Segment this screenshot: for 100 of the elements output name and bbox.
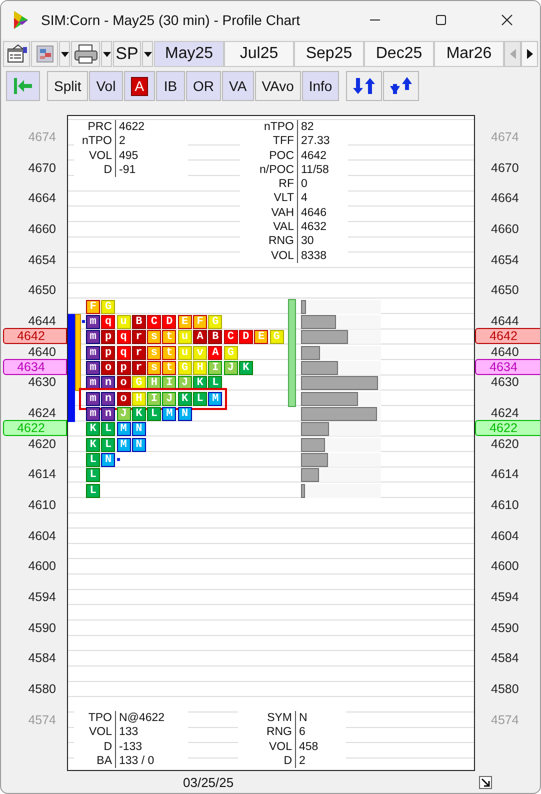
- price-label: 4670: [491, 160, 519, 176]
- tpo-letter: G: [178, 360, 192, 375]
- price-label: 4654: [28, 252, 56, 268]
- stat-label: RF: [240, 177, 298, 192]
- tpo-letter: m: [86, 392, 100, 406]
- tpo-letter: p: [101, 330, 116, 344]
- stat-value: 0: [298, 177, 348, 192]
- tpo-letter: u: [178, 346, 192, 360]
- price-label: 4620: [28, 436, 56, 452]
- price-label: 4620: [491, 436, 519, 452]
- tpo-letter: n: [101, 392, 116, 406]
- stat-value: 4: [298, 191, 348, 206]
- tpo-letter: N: [178, 406, 192, 421]
- maximize-icon: [435, 14, 447, 26]
- tpo-letter: s: [147, 330, 162, 344]
- window-title: SIM:Corn - May25 (30 min) - Profile Chart: [41, 12, 300, 28]
- left-arrow-icon: [510, 49, 516, 59]
- price-label: 4674: [491, 129, 519, 145]
- tpo-letter: A: [193, 330, 208, 344]
- tpo-letter: t: [162, 330, 176, 344]
- tpo-letter: n: [101, 406, 116, 421]
- stat-value: -91: [116, 162, 188, 178]
- tpo-letter: L: [193, 392, 208, 406]
- tpo-letter: m: [86, 360, 100, 375]
- stat-label: VOL: [74, 725, 116, 740]
- tpo-letter: K: [86, 422, 100, 436]
- tpo-letter: u: [178, 330, 192, 344]
- price-label: 4600: [491, 558, 519, 574]
- resize-icon: [479, 776, 492, 789]
- price-label: 4640: [491, 344, 519, 360]
- dropdown-button[interactable]: [59, 41, 70, 67]
- tpo-letter: N: [132, 422, 146, 436]
- contract-tab[interactable]: May25: [154, 41, 224, 67]
- stat-label: SYM: [238, 711, 296, 726]
- sort-down-button[interactable]: [383, 71, 420, 101]
- dropdown-button[interactable]: [101, 41, 112, 67]
- contract-tab[interactable]: Dec25: [364, 41, 434, 67]
- dropdown-button[interactable]: [142, 41, 153, 67]
- contract-tab[interactable]: Mar26: [434, 41, 504, 67]
- tpo-letter: r: [132, 330, 146, 344]
- tpo-letter: L: [101, 422, 116, 436]
- price-label: 4624: [28, 404, 56, 421]
- price-label: 4610: [491, 496, 519, 513]
- tpo-letter: K: [86, 438, 100, 452]
- close-icon: [501, 14, 513, 26]
- tpo-letter: J: [116, 406, 131, 421]
- app-logo-icon: [13, 10, 29, 30]
- tpo-letter: C: [224, 330, 238, 344]
- stat-label: RNG: [238, 725, 296, 740]
- price-label: 4664: [28, 190, 56, 206]
- right-arrow-icon: [526, 49, 532, 59]
- tpo-letter: q: [116, 346, 131, 360]
- tpo-letter: A: [208, 346, 222, 360]
- stat-label: POC: [240, 148, 298, 163]
- stat-label: D: [238, 754, 296, 768]
- stat-label: nTPO: [74, 134, 116, 149]
- stat-value: 495: [116, 148, 188, 163]
- toggle-button[interactable]: VA: [222, 71, 254, 101]
- tpo-letter: L: [101, 438, 116, 452]
- price-label: 4614: [28, 466, 56, 482]
- price-label: 4584: [491, 650, 519, 666]
- sort-up-button[interactable]: [346, 71, 382, 101]
- price-label: 4670: [28, 160, 56, 176]
- tpo-letter: E: [178, 314, 192, 329]
- contract-tab[interactable]: Sep25: [294, 41, 364, 67]
- stat-label: VAL: [240, 220, 298, 234]
- tpo-letter: L: [86, 468, 100, 482]
- price-label: 4610: [28, 496, 56, 513]
- tpo-letter: t: [162, 346, 176, 360]
- print-button[interactable]: [71, 41, 100, 67]
- chart-style-button[interactable]: [31, 41, 58, 67]
- tpo-letter: F: [193, 314, 208, 329]
- tpo-letter: G: [224, 346, 238, 360]
- symbol-button[interactable]: SP: [113, 41, 141, 67]
- stat-value: 4642: [298, 148, 348, 163]
- price-marker: 4634: [475, 358, 540, 375]
- contract-tab[interactable]: Jul25: [224, 41, 294, 67]
- toggle-button[interactable]: OR: [186, 71, 222, 101]
- toggle-button[interactable]: Vol: [89, 71, 123, 101]
- jump-to-start-button[interactable]: [6, 71, 40, 101]
- toggle-button[interactable]: Split: [47, 71, 88, 101]
- price-label: 4630: [28, 374, 56, 390]
- price-label: 4574: [491, 712, 519, 728]
- price-label: 4594: [491, 588, 519, 605]
- price-label: 4590: [28, 620, 56, 636]
- tpo-letter: N: [101, 452, 116, 467]
- tpo-letter: N: [132, 438, 146, 452]
- price-label: 4654: [491, 252, 519, 268]
- tpo-letter: s: [147, 346, 162, 360]
- scroll-right-button[interactable]: [521, 41, 538, 67]
- stat-value: N@4622: [116, 711, 188, 726]
- toggle-button[interactable]: A: [124, 71, 156, 101]
- toggle-button[interactable]: Info: [302, 71, 340, 101]
- price-label: 4580: [491, 680, 519, 697]
- properties-button[interactable]: [3, 41, 30, 67]
- tpo-letter: M: [162, 406, 176, 421]
- price-marker: 4642: [475, 328, 540, 344]
- toggle-button[interactable]: IB: [156, 71, 186, 101]
- tpo-letter: J: [162, 392, 176, 406]
- toggle-button[interactable]: VAvo: [254, 71, 301, 101]
